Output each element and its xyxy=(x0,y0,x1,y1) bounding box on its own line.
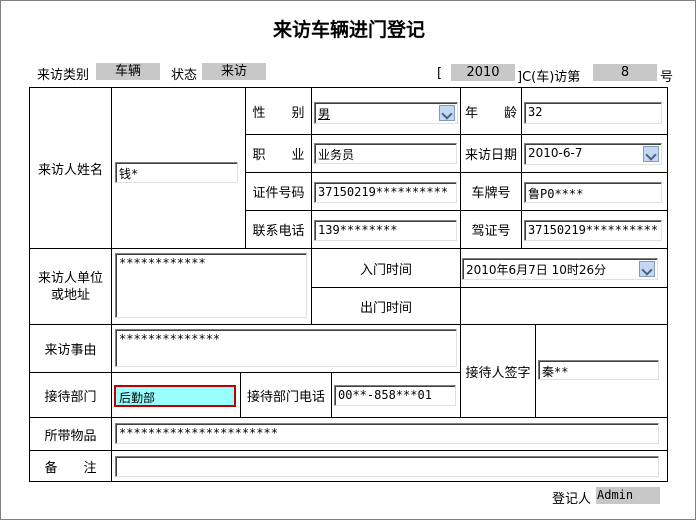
form-window: 来访车辆进门登记 来访类别 车辆 状态 来访 [ 2010 ]C(车)访第 8 … xyxy=(0,0,696,520)
gender-label: 性 别 xyxy=(252,105,305,121)
dept-phone-label: 接待部门电话 xyxy=(246,389,325,405)
form-title: 来访车辆进门登记 xyxy=(272,19,425,41)
chevron-down-icon[interactable] xyxy=(439,105,455,121)
enter-time-label: 入门时间 xyxy=(359,262,412,278)
phone-label-cell: 联系电话 xyxy=(245,210,312,249)
gender-select[interactable]: 男 xyxy=(314,102,458,124)
visitor-name-input[interactable]: 钱* xyxy=(115,162,238,183)
items-label-cell: 所带物品 xyxy=(29,417,112,451)
remarks-input[interactable] xyxy=(115,456,659,477)
plate-label-cell: 车牌号 xyxy=(460,172,522,211)
registrar-label: 登记人 xyxy=(552,492,592,507)
visit-date-label: 来访日期 xyxy=(464,148,517,163)
org-address-textarea[interactable]: ************ xyxy=(115,253,307,318)
gender-label-cell: 性 别 xyxy=(245,87,312,135)
license-label-cell: 驾证号 xyxy=(460,210,522,249)
dept-input[interactable]: 后勤部 xyxy=(114,385,236,407)
exit-time-label: 出门时间 xyxy=(359,300,412,316)
exit-time-label-cell: 出门时间 xyxy=(311,287,461,325)
signer-label-cell: 接待人签字 xyxy=(460,324,536,418)
remarks-label-cell: 备 注 xyxy=(29,450,112,482)
visitor-name-label: 来访人姓名 xyxy=(37,162,103,178)
category-label: 来访类别 xyxy=(37,68,90,83)
org-label-cell: 来访人单位 或地址 xyxy=(29,248,112,325)
enter-time-picker[interactable]: 2010年6月7日 10时26分 xyxy=(462,258,658,280)
chevron-down-icon[interactable] xyxy=(639,261,655,277)
dept-phone-input[interactable]: 00**-858***01 xyxy=(334,385,456,406)
org-label: 来访人单位 或地址 xyxy=(37,270,103,303)
id-label-cell: 证件号码 xyxy=(245,172,312,211)
status-label: 状态 xyxy=(171,68,198,83)
signer-label: 接待人签字 xyxy=(465,365,531,381)
visit-date-value: 2010-6-7 xyxy=(528,146,583,160)
chevron-down-icon[interactable] xyxy=(643,146,659,162)
reason-label-cell: 来访事由 xyxy=(29,324,112,373)
gender-value: 男 xyxy=(318,107,331,121)
registrar-field[interactable]: Admin xyxy=(596,487,660,504)
job-label: 职 业 xyxy=(252,148,305,163)
dept-phone-label-cell: 接待部门电话 xyxy=(240,372,332,418)
phone-label: 联系电话 xyxy=(252,224,305,239)
visitor-name-label-cell: 来访人姓名 xyxy=(29,87,112,249)
signer-input[interactable]: 秦** xyxy=(538,360,659,380)
status-field[interactable]: 来访 xyxy=(202,63,266,80)
plate-label: 车牌号 xyxy=(471,186,511,201)
record-label: ]C(车)访第 xyxy=(517,70,581,85)
items-label: 所带物品 xyxy=(44,428,97,444)
reason-label: 来访事由 xyxy=(44,343,97,358)
number-suffix: 号 xyxy=(660,70,674,85)
license-label: 驾证号 xyxy=(471,224,511,239)
year-field[interactable]: 2010 xyxy=(451,64,515,81)
reason-textarea[interactable]: ************** xyxy=(115,329,457,367)
number-field[interactable]: 8 xyxy=(593,64,657,81)
remarks-label: 备 注 xyxy=(44,460,97,476)
dept-label-cell: 接待部门 xyxy=(29,372,112,418)
items-input[interactable]: ********************** xyxy=(115,423,659,444)
age-input[interactable]: 32 xyxy=(524,102,662,124)
id-label: 证件号码 xyxy=(252,186,305,201)
enter-time-label-cell: 入门时间 xyxy=(311,248,461,288)
id-number-input[interactable]: 37150219********** xyxy=(314,182,457,203)
visit-date-label-cell: 来访日期 xyxy=(460,134,522,173)
job-input[interactable]: 业务员 xyxy=(314,143,457,164)
plate-input[interactable]: 鲁P0**** xyxy=(524,182,662,203)
job-label-cell: 职 业 xyxy=(245,134,312,173)
age-label: 年 龄 xyxy=(464,105,517,121)
category-field[interactable]: 车辆 xyxy=(96,63,160,80)
license-input[interactable]: 37150219********** xyxy=(524,220,662,241)
age-label-cell: 年 龄 xyxy=(460,87,522,135)
enter-time-value: 2010年6月7日 10时26分 xyxy=(466,263,607,277)
exit-time-cell xyxy=(460,287,668,325)
visit-date-picker[interactable]: 2010-6-7 xyxy=(524,143,662,165)
phone-input[interactable]: 139******** xyxy=(314,220,457,241)
dept-label: 接待部门 xyxy=(44,389,97,405)
bracket-open: [ xyxy=(437,66,443,81)
